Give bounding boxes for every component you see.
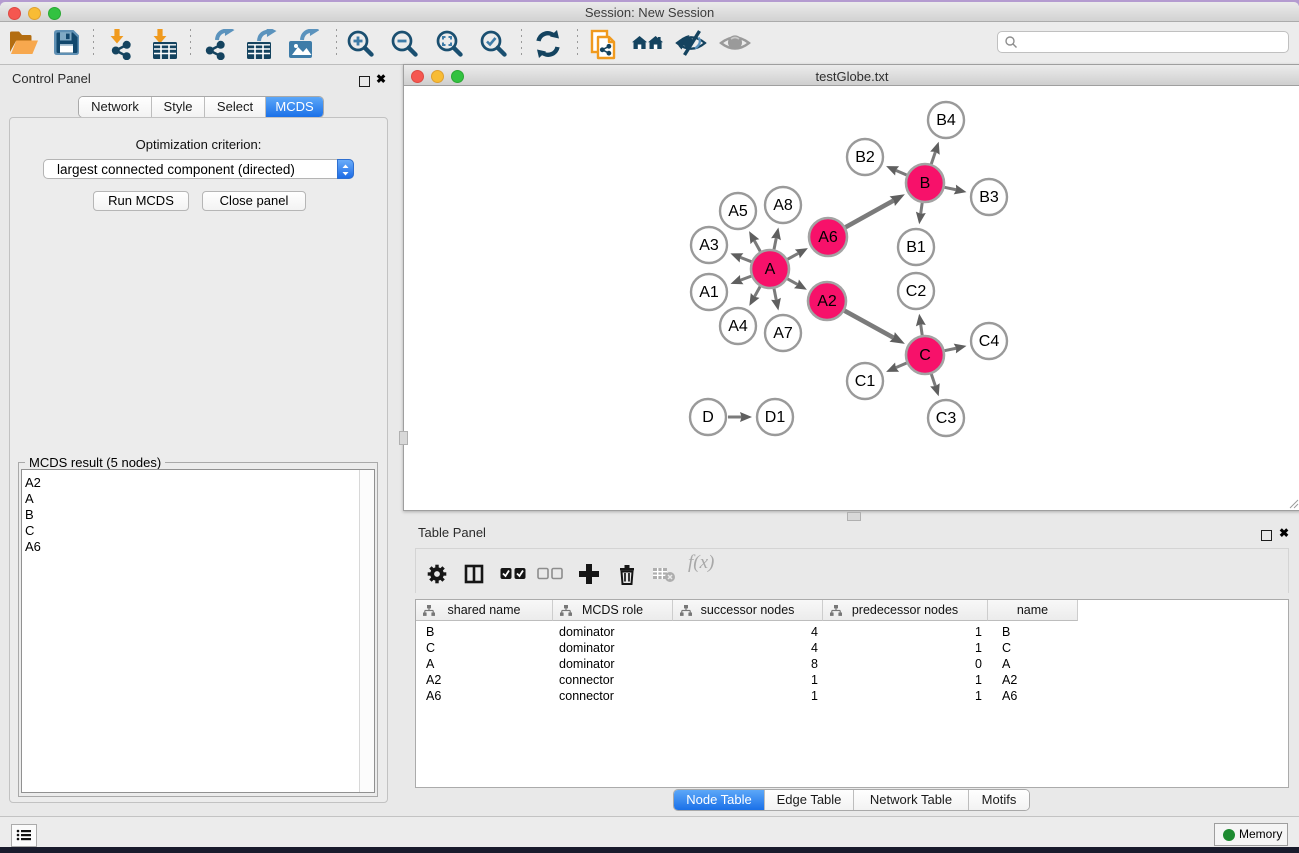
svg-text:C4: C4: [979, 333, 1000, 350]
svg-text:A1: A1: [699, 284, 719, 301]
svg-text:C: C: [919, 347, 931, 364]
svg-text:B2: B2: [855, 149, 875, 166]
svg-text:A6: A6: [818, 229, 838, 246]
svg-text:C3: C3: [936, 410, 957, 427]
svg-text:A: A: [765, 261, 776, 278]
svg-text:A8: A8: [773, 197, 793, 214]
svg-text:A2: A2: [817, 293, 837, 310]
svg-text:D1: D1: [765, 409, 786, 426]
svg-text:B1: B1: [906, 239, 926, 256]
svg-text:D: D: [702, 409, 714, 426]
svg-text:A7: A7: [773, 325, 793, 342]
svg-text:B4: B4: [936, 112, 956, 129]
svg-text:A5: A5: [728, 203, 748, 220]
svg-text:B: B: [920, 175, 931, 192]
svg-text:C2: C2: [906, 283, 927, 300]
svg-text:A3: A3: [699, 237, 719, 254]
svg-text:A4: A4: [728, 318, 748, 335]
svg-text:C1: C1: [855, 373, 876, 390]
svg-text:B3: B3: [979, 189, 999, 206]
